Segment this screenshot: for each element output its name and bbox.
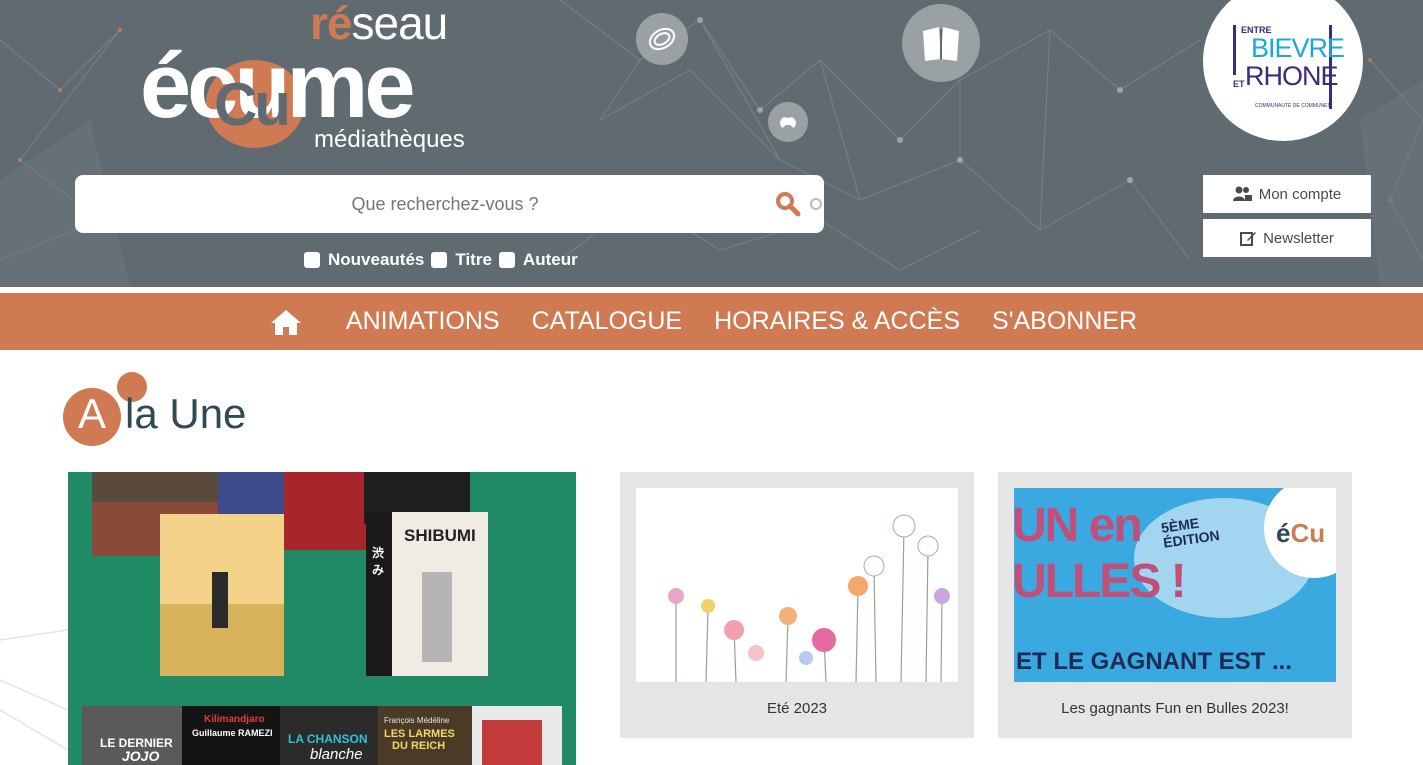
newsletter-label: Newsletter [1263,229,1334,247]
cover-title: 渋み [372,546,385,577]
fun-title-line2: ULLES ! [1014,555,1187,608]
main-nav: ANIMATIONS CATALOGUE HORAIRES & ACCÈS S'… [0,293,1423,350]
nav-item-animations[interactable]: ANIMATIONS [346,307,500,336]
open-book-icon[interactable] [902,4,980,82]
ecume-logo[interactable]: réseau écume Cu médiathèques [140,0,480,160]
checkbox[interactable] [304,252,320,268]
nav-item-catalogue[interactable]: CATALOGUE [532,307,683,336]
partner-subtitle: COMMUNAUTÉ DE COMMUNES [1255,103,1331,109]
account-label: Mon compte [1258,185,1342,203]
search-input[interactable] [75,175,815,233]
site-header: réseau écume Cu médiathèques ENTRE BIEVR… [0,0,1423,287]
book-cover-shibumi: SHIBUMI 渋み [366,512,488,676]
filter-label: Nouveautés [328,250,425,269]
book-cover-le-dernier-jojo: LE DERNIER JOJO [82,706,182,765]
featured-books-image[interactable]: SHIBUMI 渋み LE DERNIER JOJO Kilimandjaro … [68,472,576,765]
cover-title: blanche [310,746,363,763]
cover-title: SHIBUMI [404,526,476,545]
partner-rhone: RHONE [1245,61,1339,91]
game-controller-icon[interactable] [768,102,808,142]
book-cover [472,706,562,765]
fun-title-line1: UN en [1014,499,1143,552]
filter-titre[interactable]: Titre [431,250,492,270]
flowers-illustration [668,514,950,682]
card-image-flowers [636,488,958,682]
cover-title: DU REICH [392,740,446,752]
account-button[interactable]: Mon compte [1203,175,1371,213]
news-card-ete-2023[interactable]: Eté 2023 [620,472,974,738]
title-text: la Une [125,390,247,437]
book-cover [160,514,284,676]
partner-bar [1233,25,1236,75]
vinyl-record-icon[interactable] [636,13,688,65]
checkbox[interactable] [498,252,515,268]
cover-title: LA CHANSON [288,732,368,746]
edit-icon [1240,230,1257,246]
book-cover-la-chanson-blanche: LA CHANSON blanche [280,706,378,765]
nav-item-sabonner[interactable]: S'ABONNER [992,307,1137,336]
search-filters: Nouveautés Titre Auteur [304,250,585,270]
cover-title: Kilimandjaro [204,714,265,725]
card-caption: Eté 2023 [766,700,828,717]
filter-nouveautes[interactable]: Nouveautés [304,250,424,270]
newsletter-button[interactable]: Newsletter [1203,219,1371,257]
card-caption: Les gagnants Fun en Bulles 2023! [1061,700,1289,717]
partner-et: ET [1233,79,1245,89]
cover-title: Guillaume RAMEZI [192,728,273,738]
logo-mediatheques: médiathèques [314,126,465,153]
users-lock-icon [1232,186,1253,202]
cover-title: JOJO [122,748,160,764]
checkbox[interactable] [431,252,448,268]
filter-auteur[interactable]: Auteur [498,250,578,270]
partner-bievre: BIEVRE [1251,33,1345,63]
search-icon[interactable] [773,189,803,219]
news-card-fun-en-bulles[interactable]: éCu UN en ULLES ! 5ÈME ÉDITION ET LE GAG… [998,472,1352,738]
home-icon[interactable] [270,308,302,336]
search-bar [75,175,824,233]
fun-banner: ET LE GAGNANT EST ... [1016,648,1293,675]
book-cover-les-larmes-du-reich: François Médéline LES LARMES DU REICH [378,706,472,765]
filter-label: Titre [455,250,492,269]
filter-label: Auteur [522,250,578,269]
cover-author: François Médéline [384,716,450,725]
section-title-a-la-une: A la Une [63,372,323,452]
loading-ring-icon [810,198,822,210]
cover-title: LES LARMES [384,728,455,740]
card-image-fun-en-bulles: éCu UN en ULLES ! 5ÈME ÉDITION ET LE GAG… [1014,488,1336,682]
nav-item-horaires[interactable]: HORAIRES & ACCÈS [714,307,960,336]
book-cover-kilimandjaro: Kilimandjaro Guillaume RAMEZI [182,706,280,765]
title-letter: A [78,390,107,437]
logo-cu: Cu [214,71,291,138]
